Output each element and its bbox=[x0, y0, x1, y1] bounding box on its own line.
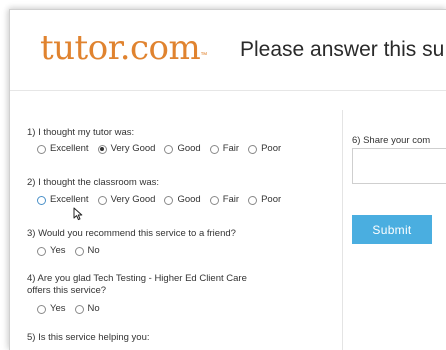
logo-text: tutor.com bbox=[40, 28, 201, 68]
column-divider bbox=[342, 110, 343, 350]
q1-option-poor[interactable]: Poor bbox=[248, 143, 281, 155]
q2-option-excellent[interactable]: Excellent bbox=[37, 194, 89, 206]
submit-button[interactable]: Submit bbox=[352, 215, 432, 244]
q2-radio-fair[interactable] bbox=[209, 195, 219, 205]
q3-option-no[interactable]: No bbox=[74, 245, 100, 257]
question-4-label-line1: 4) Are you glad Tech Testing - Higher Ed… bbox=[27, 273, 247, 284]
q1-option-label: Poor bbox=[261, 143, 282, 154]
q2-option-very-good[interactable]: Very Good bbox=[97, 194, 156, 206]
q1-option-label: Very Good bbox=[110, 143, 156, 154]
header-divider bbox=[10, 90, 446, 91]
q4-radio-yes[interactable] bbox=[37, 304, 46, 314]
q1-radio-good[interactable] bbox=[164, 144, 174, 154]
q3-option-label: Yes bbox=[50, 245, 66, 256]
question-1-options: Excellent Very Good Good Fair Poor bbox=[37, 143, 290, 155]
question-1-label: 1) I thought my tutor was: bbox=[27, 127, 135, 138]
q1-option-excellent[interactable]: Excellent bbox=[37, 143, 89, 155]
q2-radio-excellent[interactable] bbox=[37, 195, 46, 205]
q3-radio-no[interactable] bbox=[74, 246, 84, 256]
q1-option-label: Good bbox=[177, 143, 201, 154]
q2-option-label: Excellent bbox=[50, 194, 89, 205]
q2-option-label: Poor bbox=[261, 194, 282, 205]
q1-option-label: Fair bbox=[222, 143, 240, 154]
q2-radio-very-good[interactable] bbox=[97, 195, 107, 205]
question-4-label-line2: offers this service? bbox=[27, 285, 107, 296]
q1-option-good[interactable]: Good bbox=[164, 143, 201, 155]
question-6-label: 6) Share your com bbox=[352, 135, 431, 146]
question-4-options: Yes No bbox=[37, 303, 109, 315]
page-title: Please answer this su bbox=[240, 38, 445, 61]
question-3-label: 3) Would you recommend this service to a… bbox=[27, 228, 236, 239]
q1-radio-very-good[interactable] bbox=[97, 144, 107, 154]
q4-option-label: No bbox=[87, 303, 100, 314]
q2-option-label: Very Good bbox=[110, 194, 156, 205]
q2-option-good[interactable]: Good bbox=[164, 194, 201, 206]
q1-option-fair[interactable]: Fair bbox=[209, 143, 240, 155]
q4-option-yes[interactable]: Yes bbox=[37, 303, 66, 315]
share-comment-input[interactable] bbox=[352, 148, 446, 184]
q1-option-very-good[interactable]: Very Good bbox=[97, 143, 156, 155]
survey-window: tutor.com™ Please answer this su 1) I th… bbox=[9, 9, 446, 350]
q4-option-no[interactable]: No bbox=[74, 303, 100, 315]
q4-option-label: Yes bbox=[50, 303, 66, 314]
q1-radio-fair[interactable] bbox=[209, 144, 219, 154]
mouse-cursor-icon bbox=[73, 207, 83, 221]
tutor-com-logo: tutor.com™ bbox=[40, 31, 207, 65]
q4-radio-no[interactable] bbox=[74, 304, 84, 314]
q1-option-label: Excellent bbox=[50, 143, 89, 154]
q2-radio-good[interactable] bbox=[164, 195, 174, 205]
q2-option-label: Good bbox=[177, 194, 201, 205]
q1-radio-excellent[interactable] bbox=[37, 144, 46, 154]
q2-radio-poor[interactable] bbox=[248, 195, 258, 205]
question-3-options: Yes No bbox=[37, 245, 109, 257]
logo-trademark: ™ bbox=[200, 52, 208, 59]
q2-option-poor[interactable]: Poor bbox=[248, 194, 281, 206]
q3-radio-yes[interactable] bbox=[37, 246, 46, 256]
q3-option-yes[interactable]: Yes bbox=[37, 245, 66, 257]
q2-option-fair[interactable]: Fair bbox=[209, 194, 240, 206]
question-5-label: 5) Is this service helping you: bbox=[27, 332, 150, 343]
q1-radio-poor[interactable] bbox=[248, 144, 258, 154]
question-2-label: 2) I thought the classroom was: bbox=[27, 177, 160, 188]
q2-option-label: Fair bbox=[222, 194, 240, 205]
q3-option-label: No bbox=[87, 245, 100, 256]
question-2-options: Excellent Very Good Good Fair Poor bbox=[37, 194, 290, 206]
